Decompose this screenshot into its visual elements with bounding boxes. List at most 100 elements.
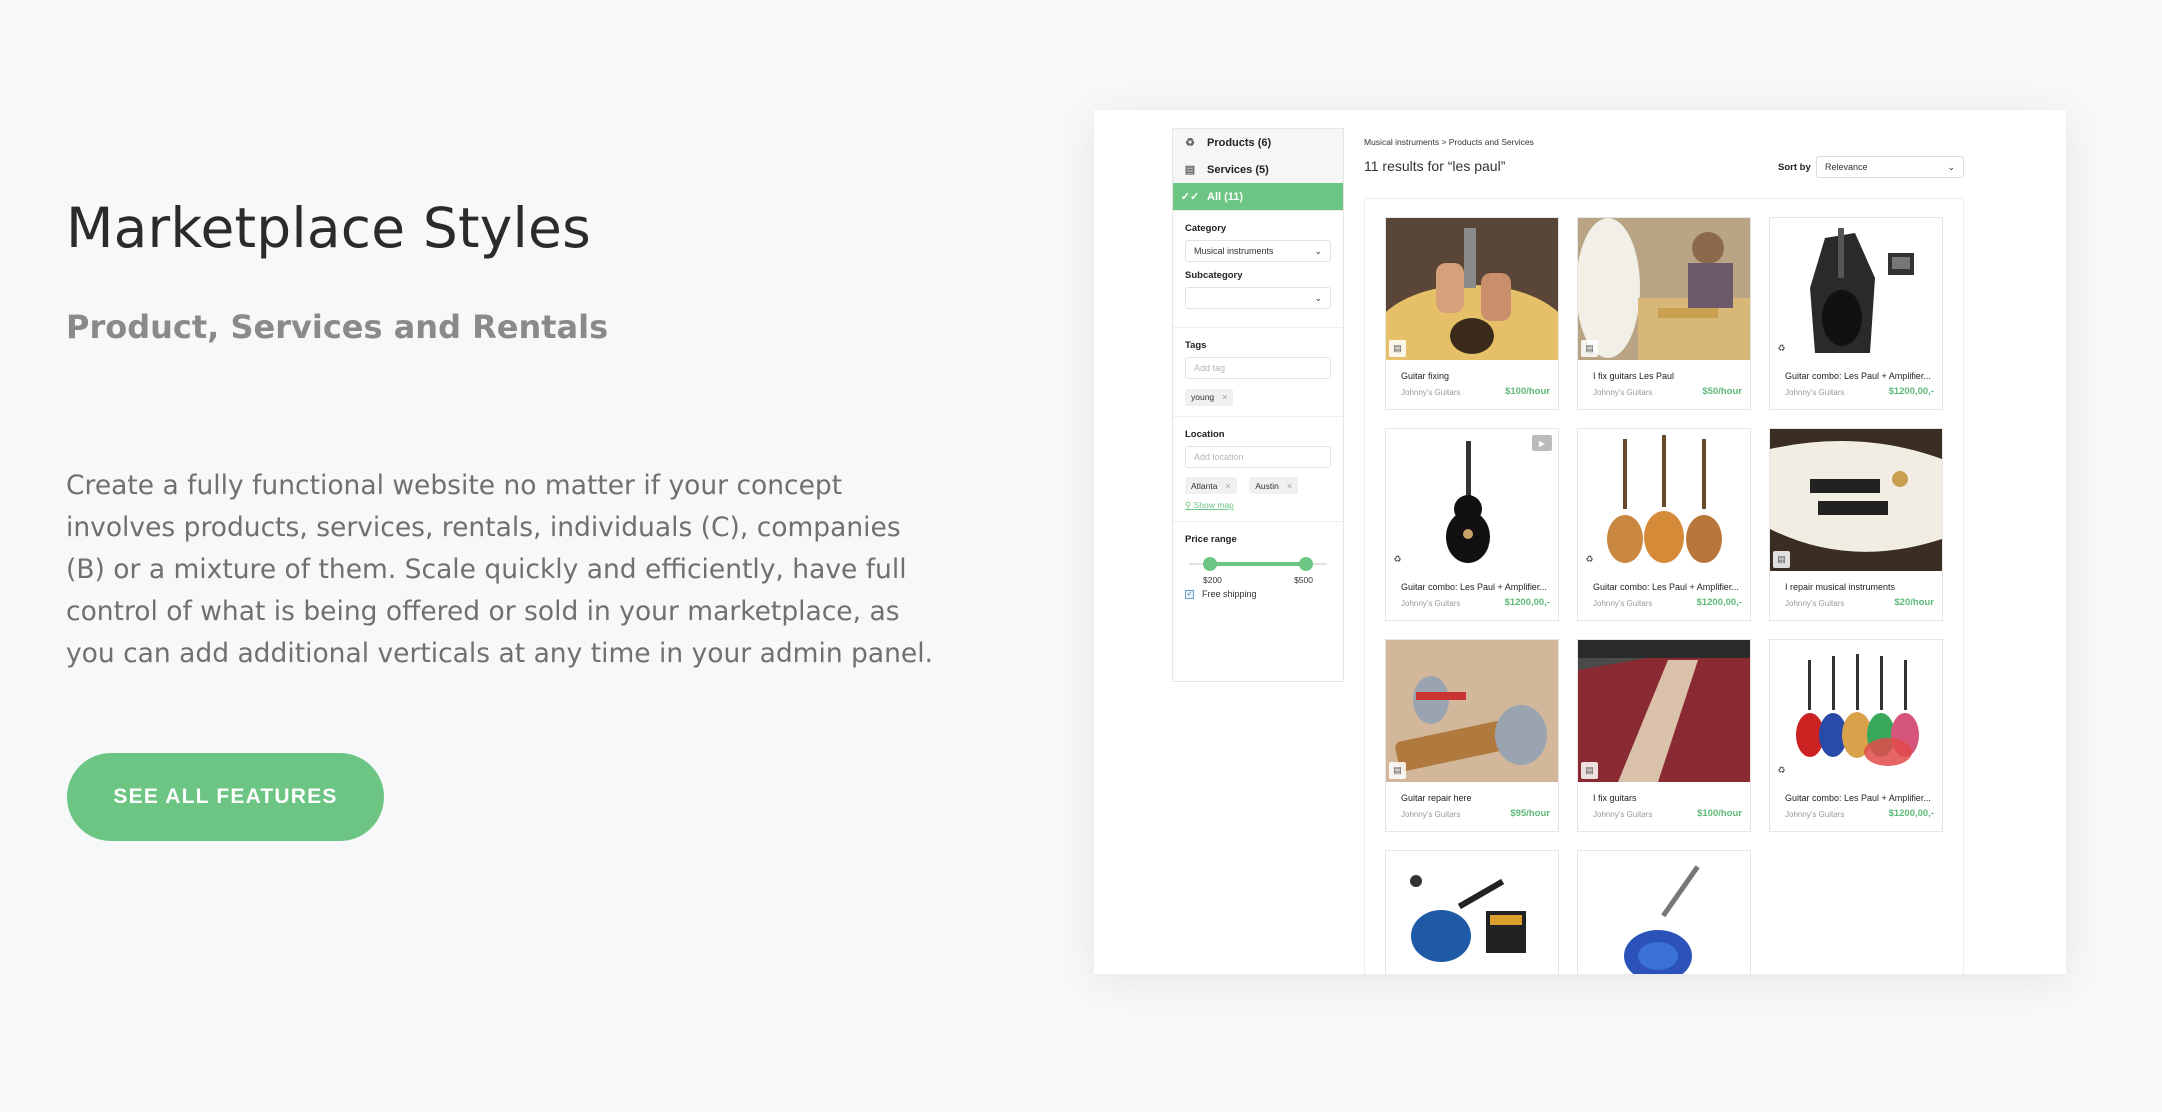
sort-select[interactable]: Relevance ⌄ [1816,156,1964,178]
breadcrumb[interactable]: Musical instruments > Products and Servi… [1364,137,1534,147]
marketplace-screenshot: ♻ Products (6) ▤ Services (5) ✓✓ All (11… [1094,110,2066,974]
listing-seller[interactable]: Johnny's Guitars [1401,388,1460,397]
location-chip-label: Austin [1255,480,1279,491]
listing-title[interactable]: Guitar combo: Les Paul + Amplifier... [1785,793,1935,803]
listing-title[interactable]: I fix guitars Les Paul [1593,371,1743,381]
listing-seller[interactable]: Johnny's Guitars [1785,599,1844,608]
listing-card[interactable]: ♻ Guitar combo: Les Paul + Amplifier... … [1769,639,1943,832]
listing-price: $1200,00,- [1888,808,1934,819]
slider-fill [1211,562,1305,566]
listing-photo [1578,640,1750,782]
briefcase-icon: ▤ [1581,762,1598,779]
listing-title[interactable]: Guitar combo: Les Paul + Amplifier... [1593,582,1743,592]
double-check-icon: ✓✓ [1180,191,1200,203]
type-filter-label: Services (5) [1207,163,1269,176]
see-all-features-button[interactable]: SEE ALL FEATURES [67,753,384,841]
category-section: Category Musical instruments ⌄ Subcatego… [1173,210,1343,327]
listing-seller[interactable]: Johnny's Guitars [1401,810,1460,819]
slider-max-handle[interactable] [1299,557,1313,571]
listing-card[interactable]: ▤ I repair musical instruments Johnny's … [1769,428,1943,621]
listing-price: $95/hour [1510,808,1550,819]
listing-card[interactable]: ▤ I fix guitars Les Paul Johnny's Guitar… [1577,217,1751,410]
remove-icon[interactable]: × [1225,481,1230,491]
type-filter-products[interactable]: ♻ Products (6) [1173,129,1343,156]
listing-price: $100/hour [1697,808,1742,819]
product-icon: ♻ [1581,551,1598,568]
type-filter-services[interactable]: ▤ Services (5) [1173,156,1343,183]
listing-photo [1770,429,1942,571]
listing-card[interactable]: ♻ Guitar combo: Les Paul + Amplifier... … [1577,428,1751,621]
listing-photo [1578,429,1750,571]
listing-price: $50/hour [1702,386,1742,397]
briefcase-icon: ▤ [1184,164,1196,176]
tag-chip[interactable]: young × [1185,388,1234,406]
price-range-label: Price range [1185,534,1237,545]
listing-price: $1200,00,- [1504,597,1550,608]
listing-seller[interactable]: Johnny's Guitars [1785,388,1844,397]
listing-photo [1578,851,1750,974]
product-icon: ♻ [1773,340,1790,357]
listing-card[interactable]: ▤ Guitar repair here Johnny's Guitars $9… [1385,639,1559,832]
product-icon: ♻ [1773,762,1790,779]
add-tag-input[interactable]: Add tag [1185,357,1331,379]
listing-title[interactable]: Guitar repair here [1401,793,1551,803]
briefcase-icon: ▤ [1581,340,1598,357]
listing-photo [1386,851,1558,974]
price-range-slider[interactable] [1189,553,1327,575]
listing-seller[interactable]: Johnny's Guitars [1593,810,1652,819]
results-count: 11 results for “les paul” [1364,158,1506,174]
chevron-down-icon: ⌄ [1314,245,1322,256]
listing-title[interactable]: Guitar combo: Les Paul + Amplifier... [1401,582,1551,592]
tags-section: Tags Add tag young × [1173,327,1343,416]
price-min: $200 [1203,575,1222,585]
listing-card[interactable]: ▶ ♻ Guitar combo: Les Paul + Amplifier..… [1385,428,1559,621]
video-icon: ▶ [1532,435,1552,451]
price-section: Price range $200 $500 ✓ Free shipping [1173,521,1343,609]
listing-title[interactable]: I fix guitars [1593,793,1743,803]
remove-icon[interactable]: × [1222,392,1227,402]
listing-card[interactable]: ▤ I fix guitars Johnny's Guitars $100/ho… [1577,639,1751,832]
listing-seller[interactable]: Johnny's Guitars [1593,599,1652,608]
briefcase-icon: ▤ [1773,551,1790,568]
listing-price: $100/hour [1505,386,1550,397]
free-shipping-label: Free shipping [1202,589,1257,599]
remove-icon[interactable]: × [1287,481,1292,491]
listing-title[interactable]: Guitar fixing [1401,371,1551,381]
slider-min-handle[interactable] [1203,557,1217,571]
results-grid: ▤ Guitar fixing Johnny's Guitars $100/ho… [1364,198,1964,974]
location-chip[interactable]: Austin × [1249,477,1299,494]
listing-seller[interactable]: Johnny's Guitars [1593,388,1652,397]
listing-card[interactable] [1385,850,1559,974]
listing-title[interactable]: I repair musical instruments [1785,582,1935,592]
type-filter-label: All (11) [1207,190,1244,203]
tags-label: Tags [1185,340,1207,351]
listing-seller[interactable]: Johnny's Guitars [1785,810,1844,819]
listing-photo [1770,218,1942,360]
tag-chip-label: young [1191,392,1215,402]
free-shipping-checkbox[interactable]: ✓ [1185,589,1194,599]
listing-title[interactable]: Guitar combo: Les Paul + Amplifier... [1785,371,1935,381]
location-section: Location Add location Atlanta × Austin ×… [1173,415,1343,522]
listing-photo [1386,218,1558,360]
subcategory-select[interactable]: ⌄ [1185,287,1331,309]
free-shipping-filter[interactable]: ✓ Free shipping [1185,589,1331,599]
listing-card[interactable]: ▤ Guitar fixing Johnny's Guitars $100/ho… [1385,217,1559,410]
listing-price: $1200,00,- [1888,386,1934,397]
listing-price: $20/hour [1894,597,1934,608]
category-select[interactable]: Musical instruments ⌄ [1185,240,1331,262]
listing-card[interactable]: ♻ Guitar combo: Les Paul + Amplifier... … [1769,217,1943,410]
type-filter-all[interactable]: ✓✓ All (11) [1173,183,1343,210]
product-icon: ♻ [1389,551,1406,568]
location-chip-label: Atlanta [1191,480,1218,491]
add-location-input[interactable]: Add location [1185,445,1331,468]
show-map-link[interactable]: ⚲ Show map [1185,500,1331,511]
listing-card[interactable] [1577,850,1751,974]
hero-description: Create a fully functional website no mat… [66,470,933,669]
category-value: Musical instruments [1194,246,1274,256]
chevron-down-icon: ⌄ [1947,161,1955,172]
briefcase-icon: ▤ [1389,762,1406,779]
location-chip[interactable]: Atlanta × [1185,477,1237,494]
subcategory-label: Subcategory [1185,270,1243,281]
page-title: Marketplace Styles [66,196,591,260]
listing-seller[interactable]: Johnny's Guitars [1401,599,1460,608]
